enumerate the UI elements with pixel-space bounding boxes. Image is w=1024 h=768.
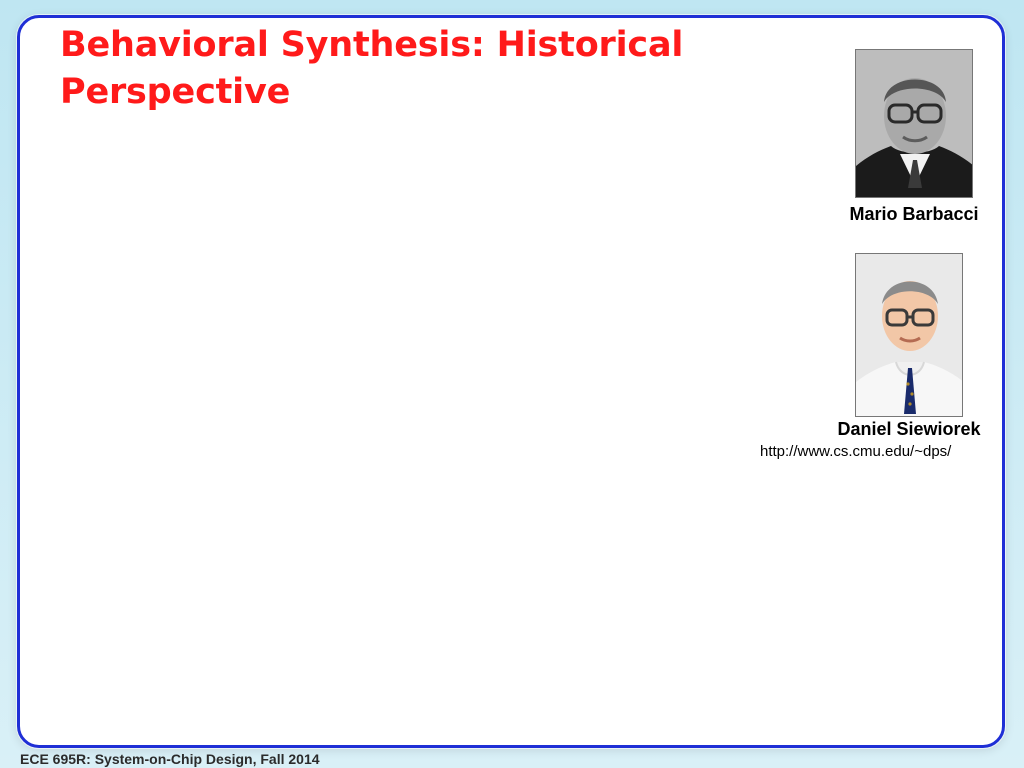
slide-title-line-2: Perspective	[60, 72, 291, 112]
photo-daniel-siewiorek	[855, 253, 963, 417]
person-homepage-url[interactable]: http://www.cs.cmu.edu/~dps/	[760, 443, 951, 461]
photo-mario-barbacci	[855, 49, 973, 198]
portrait-grayscale-icon	[856, 50, 972, 197]
portrait-color-icon	[856, 254, 962, 416]
person-card-mario-barbacci: Mario Barbacci	[838, 49, 990, 224]
person-card-daniel-siewiorek: Daniel Siewiorek	[829, 253, 989, 439]
person-name-daniel-siewiorek: Daniel Siewiorek	[837, 419, 981, 439]
slide-title: Behavioral Synthesis: Historical Perspec…	[60, 22, 760, 116]
slide-title-line-1: Behavioral Synthesis: Historical	[60, 25, 684, 65]
person-name-mario-barbacci: Mario Barbacci	[849, 204, 979, 224]
slide-footer: ECE 695R: System-on-Chip Design, Fall 20…	[20, 751, 320, 767]
